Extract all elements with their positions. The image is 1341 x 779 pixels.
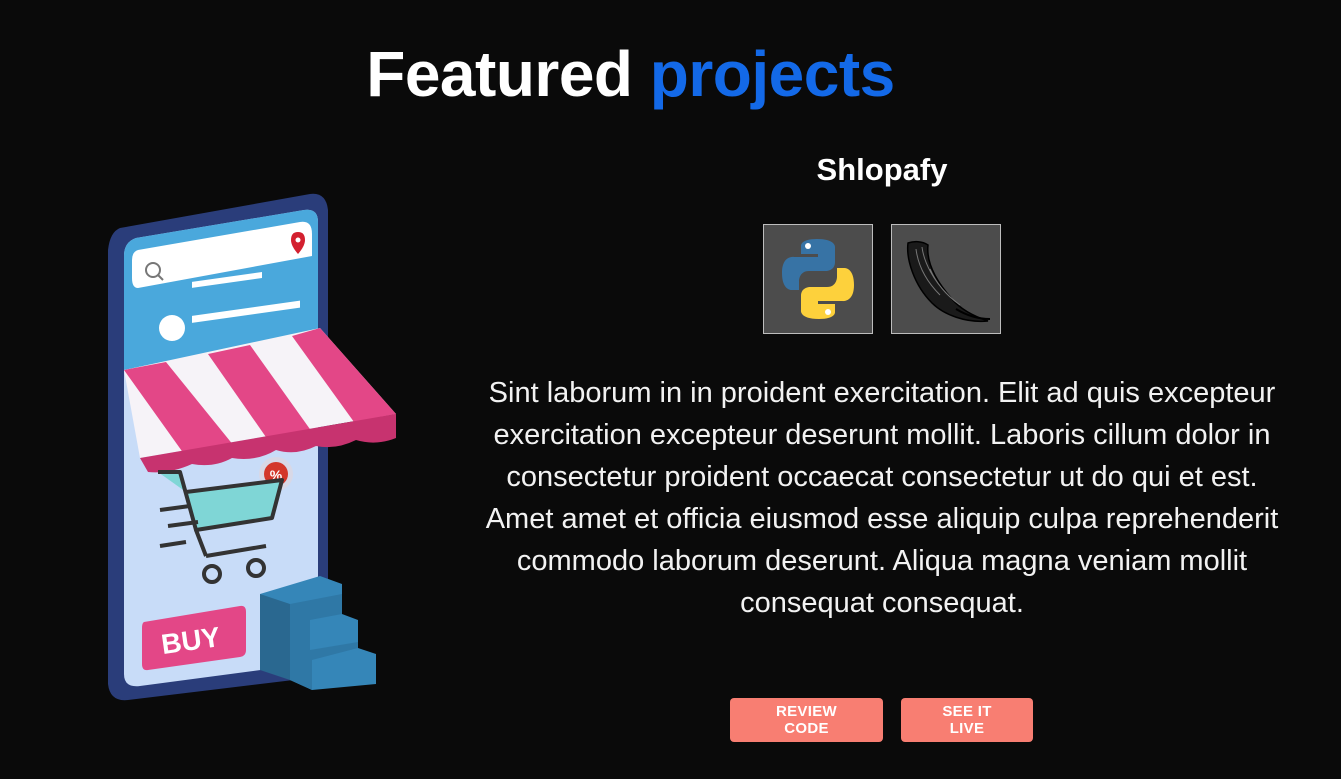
- python-icon: [782, 239, 854, 319]
- tech-tile-flask: [891, 224, 1001, 334]
- flask-icon: [906, 240, 991, 323]
- tech-tile-python: [763, 224, 873, 334]
- project-description: Sint laborum in in proident exercitation…: [485, 377, 1279, 619]
- review-code-button[interactable]: REVIEW CODE: [730, 698, 883, 742]
- tech-stack: [763, 224, 1001, 334]
- section-title-part1: Featured: [366, 38, 633, 110]
- shop-phone-illustration: % BUY: [108, 193, 396, 701]
- section-title-part2: projects: [649, 38, 895, 110]
- see-it-live-button[interactable]: SEE IT LIVE: [901, 698, 1033, 742]
- project-name: Shlopafy: [816, 152, 948, 187]
- project-actions: REVIEW CODE SEE IT LIVE: [730, 698, 1033, 742]
- section-title: Featured projects: [0, 34, 1261, 114]
